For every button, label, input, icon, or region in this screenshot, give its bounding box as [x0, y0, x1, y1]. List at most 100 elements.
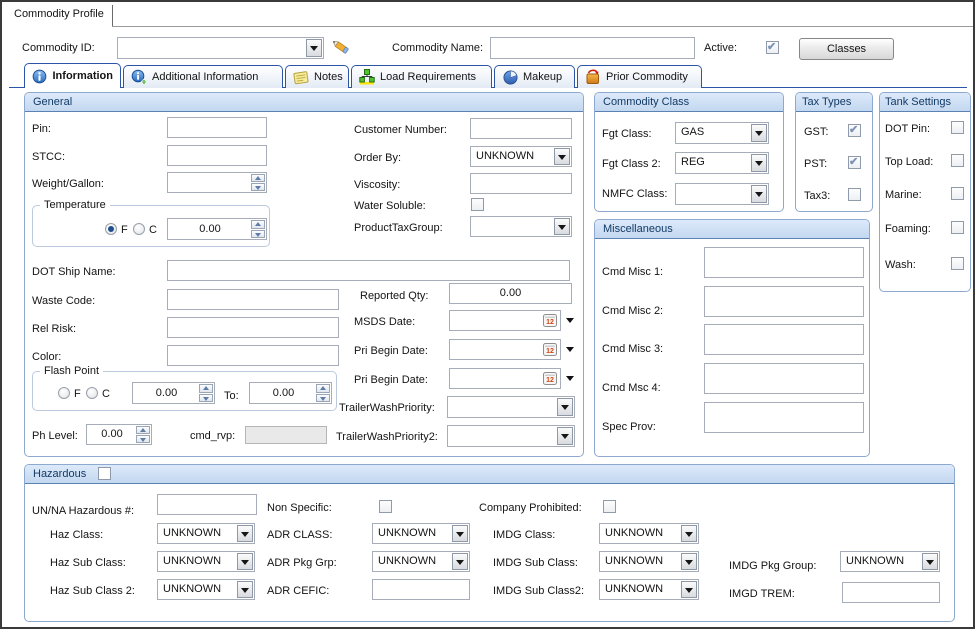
nmfc-class-combo[interactable] — [675, 183, 769, 205]
tab-load-requirements[interactable]: Load Requirements — [351, 65, 492, 88]
dropdown-button[interactable] — [452, 553, 468, 570]
wash-checkbox[interactable] — [951, 257, 964, 270]
imdg-sub-class-combo[interactable]: UNKNOWN — [599, 551, 699, 572]
spin-up-button[interactable] — [251, 174, 265, 182]
calendar-icon[interactable]: 12 — [543, 372, 557, 391]
dropdown-button[interactable] — [751, 124, 767, 142]
haz-sub-class-combo[interactable]: UNKNOWN — [157, 551, 255, 572]
spec-prov-input[interactable] — [704, 402, 864, 433]
dropdown-button[interactable] — [681, 581, 697, 598]
waste-code-input[interactable] — [167, 289, 339, 310]
adr-cefic-input[interactable] — [372, 579, 470, 600]
pin-input[interactable] — [167, 117, 267, 138]
dropdown-button[interactable] — [452, 525, 468, 542]
top-load-checkbox[interactable] — [951, 154, 964, 167]
foaming-checkbox[interactable] — [951, 221, 964, 234]
spin-down-button[interactable] — [136, 435, 150, 443]
msds-date-input[interactable]: 12 — [449, 310, 561, 331]
commodity-name-input[interactable] — [490, 37, 695, 59]
tab-prior-commodity[interactable]: Prior Commodity — [577, 65, 702, 88]
dropdown-button[interactable] — [681, 525, 697, 542]
flash-point-to-spinner[interactable]: 0.00 — [249, 382, 332, 404]
calendar-icon[interactable]: 12 — [543, 314, 557, 333]
imdg-class-combo[interactable]: UNKNOWN — [599, 523, 699, 544]
tab-notes[interactable]: Notes — [285, 65, 349, 88]
dropdown-button[interactable] — [751, 185, 767, 203]
temperature-f-radio[interactable] — [105, 223, 117, 235]
dropdown-button[interactable] — [557, 427, 573, 445]
spin-up-button[interactable] — [316, 384, 330, 393]
tab-information[interactable]: Information — [24, 63, 121, 88]
spin-up-button[interactable] — [136, 426, 150, 434]
flash-point-f-radio[interactable] — [58, 387, 70, 399]
company-prohibited-checkbox[interactable] — [603, 500, 616, 513]
pst-checkbox[interactable] — [848, 156, 861, 169]
spin-up-button[interactable] — [199, 384, 213, 393]
dropdown-button[interactable] — [922, 553, 938, 570]
rel-risk-input[interactable] — [167, 317, 339, 338]
tax3-checkbox[interactable] — [848, 188, 861, 201]
temperature-spinner[interactable]: 0.00 — [167, 218, 267, 240]
color-input[interactable] — [167, 345, 339, 366]
temperature-c-radio[interactable] — [133, 223, 145, 235]
spin-down-button[interactable] — [199, 394, 213, 403]
viscosity-input[interactable] — [470, 173, 572, 194]
imdg-sub-class2-combo[interactable]: UNKNOWN — [599, 579, 699, 600]
customer-number-input[interactable] — [470, 118, 572, 139]
stcc-input[interactable] — [167, 145, 267, 166]
non-specific-checkbox[interactable] — [379, 500, 392, 513]
tab-additional-information[interactable]: Additional Information — [123, 65, 283, 88]
dropdown-button[interactable] — [554, 218, 570, 235]
pri-begin-date2-input[interactable]: 12 — [449, 368, 561, 389]
dropdown-button[interactable] — [554, 148, 570, 165]
dropdown-button[interactable] — [237, 553, 253, 570]
dropdown-button[interactable] — [237, 581, 253, 598]
cmd-msc-4-input[interactable] — [704, 363, 864, 394]
cmd-misc-3-input[interactable] — [704, 324, 864, 355]
classes-button[interactable]: Classes — [799, 38, 894, 60]
haz-class-combo[interactable]: UNKNOWN — [157, 523, 255, 544]
product-tax-group-combo[interactable] — [470, 216, 572, 237]
date-dropdown-arrow[interactable] — [566, 376, 574, 381]
trailer-wash-priority2-combo[interactable] — [447, 425, 575, 447]
commodity-id-combo[interactable] — [117, 37, 324, 59]
reported-qty-input[interactable]: 0.00 — [449, 283, 572, 304]
gst-checkbox[interactable] — [848, 124, 861, 137]
dropdown-button[interactable] — [557, 398, 573, 416]
haz-sub-class2-combo[interactable]: UNKNOWN — [157, 579, 255, 600]
spin-down-button[interactable] — [251, 230, 265, 239]
dropdown-button[interactable] — [681, 553, 697, 570]
active-checkbox[interactable] — [766, 41, 779, 54]
imdg-pkg-group-combo[interactable]: UNKNOWN — [840, 551, 940, 572]
spin-down-button[interactable] — [251, 183, 265, 191]
imgd-trem-input[interactable] — [842, 582, 940, 603]
calendar-icon[interactable]: 12 — [543, 343, 557, 362]
un-na-hazardous-input[interactable] — [157, 494, 257, 515]
cmd-misc-1-input[interactable] — [704, 247, 864, 278]
spin-down-button[interactable] — [316, 394, 330, 403]
date-dropdown-arrow[interactable] — [566, 318, 574, 323]
date-dropdown-arrow[interactable] — [566, 347, 574, 352]
hazardous-checkbox[interactable] — [98, 467, 111, 480]
tab-makeup[interactable]: Makeup — [494, 65, 575, 88]
flash-point-from-spinner[interactable]: 0.00 — [132, 382, 215, 404]
dropdown-button[interactable] — [751, 154, 767, 172]
adr-class-combo[interactable]: UNKNOWN — [372, 523, 470, 544]
adr-pkg-grp-combo[interactable]: UNKNOWN — [372, 551, 470, 572]
cmd-misc-2-input[interactable] — [704, 286, 864, 317]
spin-up-button[interactable] — [251, 220, 265, 229]
dropdown-button[interactable] — [237, 525, 253, 542]
dot-pin-checkbox[interactable] — [951, 121, 964, 134]
dropdown-button[interactable] — [306, 39, 322, 57]
water-soluble-checkbox[interactable] — [471, 198, 484, 211]
marine-checkbox[interactable] — [951, 187, 964, 200]
fgt-class-combo[interactable]: GAS — [675, 122, 769, 144]
pri-begin-date-input[interactable]: 12 — [449, 339, 561, 360]
trailer-wash-priority-combo[interactable] — [447, 396, 575, 418]
fgt-class2-combo[interactable]: REG — [675, 152, 769, 174]
weight-gallon-spinner[interactable] — [167, 172, 267, 193]
document-tab-title[interactable]: Commodity Profile — [14, 8, 104, 21]
ph-level-spinner[interactable]: 0.00 — [86, 424, 152, 445]
pencil-icon[interactable] — [332, 39, 353, 61]
order-by-combo[interactable]: UNKNOWN — [470, 146, 572, 167]
